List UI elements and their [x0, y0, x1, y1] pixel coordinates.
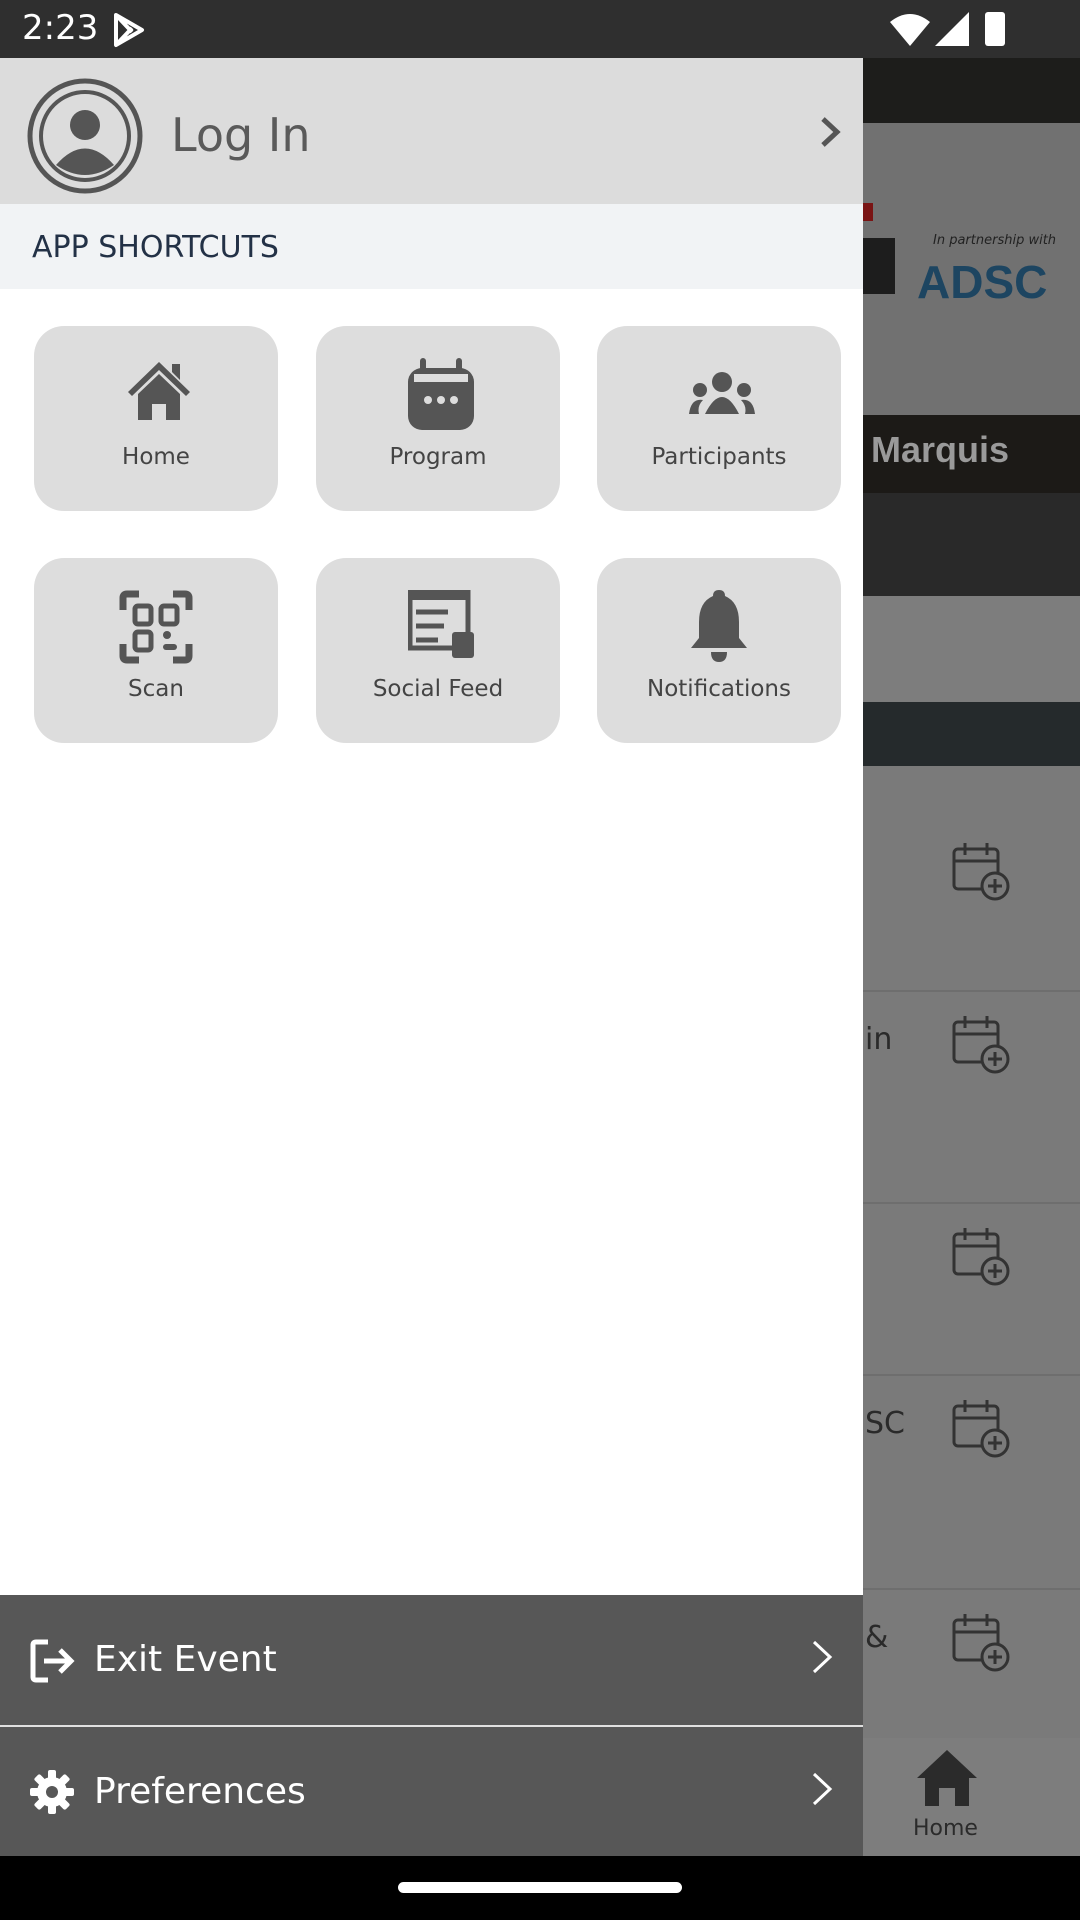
social-feed-icon [408, 590, 474, 658]
login-label: Log In [171, 108, 311, 162]
background-event-page: In partnership with ADSC Marquis in SC &… [863, 58, 1080, 1856]
shortcut-social-feed[interactable]: Social Feed [316, 558, 560, 743]
session-row[interactable] [863, 766, 1080, 992]
battery-icon [985, 12, 1005, 46]
session-title-fragment: in [865, 1022, 893, 1057]
calendar-add-icon[interactable] [951, 841, 1011, 901]
banner-logo: ADSC [917, 256, 1048, 308]
calendar-add-icon[interactable] [951, 1014, 1011, 1074]
bell-icon [691, 590, 747, 662]
banner-title: Marquis [863, 415, 1080, 493]
chevron-right-icon [812, 1772, 833, 1806]
qr-scan-icon [119, 590, 193, 664]
event-tab-band [863, 596, 1080, 702]
session-row[interactable]: & [863, 1590, 1080, 1738]
banner-dark-mark [863, 238, 895, 294]
preferences-label: Preferences [94, 1771, 306, 1812]
session-row[interactable]: SC [863, 1376, 1080, 1590]
app-shortcuts-header: APP SHORTCUTS [0, 204, 863, 289]
calendar-add-icon[interactable] [951, 1612, 1011, 1672]
exit-event-button[interactable]: Exit Event [0, 1595, 863, 1725]
shortcut-label: Scan [128, 676, 184, 702]
home-icon [917, 1750, 977, 1806]
exit-event-label: Exit Event [94, 1639, 277, 1680]
shortcut-label: Notifications [647, 676, 791, 702]
login-row[interactable]: Log In [0, 58, 863, 204]
exit-icon [30, 1639, 75, 1683]
event-banner: In partnership with ADSC [863, 123, 1080, 415]
shortcut-label: Participants [651, 444, 787, 470]
section-header [863, 702, 1080, 766]
gear-icon [30, 1770, 74, 1814]
calendar-icon [408, 358, 474, 430]
banner-partner-text: In partnership with [933, 233, 1057, 248]
bottom-nav-home[interactable]: Home [863, 1738, 1080, 1856]
session-row[interactable] [863, 1204, 1080, 1376]
bottom-nav-home-label: Home [913, 1816, 978, 1841]
preferences-button[interactable]: Preferences [0, 1727, 863, 1857]
shortcut-notifications[interactable]: Notifications [597, 558, 841, 743]
session-title-fragment: SC [865, 1406, 905, 1441]
event-header [863, 58, 1080, 123]
session-title-fragment: & [865, 1620, 889, 1655]
shortcut-scan[interactable]: Scan [34, 558, 278, 743]
home-gesture-handle[interactable] [398, 1882, 682, 1893]
signal-icon [935, 12, 969, 46]
users-icon [689, 372, 755, 414]
status-bar: 2:23 [0, 0, 1080, 58]
session-row[interactable]: in [863, 992, 1080, 1204]
home-icon [128, 362, 190, 420]
banner-red-mark [863, 203, 873, 221]
chevron-right-icon [812, 1640, 833, 1674]
avatar-icon [27, 78, 143, 194]
calendar-add-icon[interactable] [951, 1226, 1011, 1286]
navigation-drawer: Log In APP SHORTCUTS Home Program Partic… [0, 58, 863, 1857]
shortcut-label: Social Feed [372, 676, 504, 702]
shortcut-home[interactable]: Home [34, 326, 278, 511]
shortcut-label: Program [389, 444, 487, 470]
shortcut-program[interactable]: Program [316, 326, 560, 511]
shortcut-label: Home [122, 444, 190, 470]
shortcut-participants[interactable]: Participants [597, 326, 841, 511]
wifi-icon [890, 14, 930, 46]
status-time: 2:23 [22, 8, 99, 48]
chevron-right-icon [821, 117, 841, 147]
event-info-band [863, 493, 1080, 596]
play-store-icon [114, 13, 144, 47]
calendar-add-icon[interactable] [951, 1398, 1011, 1458]
system-nav-bar [0, 1856, 1080, 1920]
